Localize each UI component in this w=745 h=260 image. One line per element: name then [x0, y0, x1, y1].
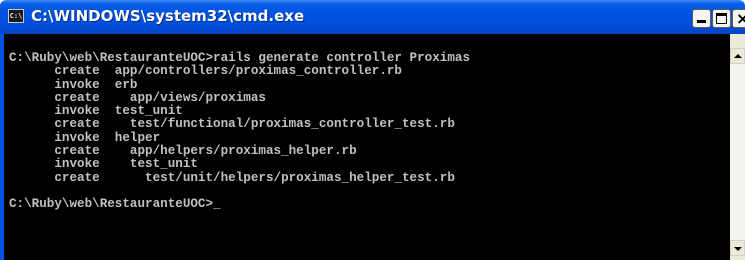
console-line: invoke helper	[9, 130, 161, 145]
console-text: C:\Ruby\web\RestauranteUOC>rails generat…	[9, 51, 471, 212]
maximize-button[interactable]	[712, 9, 731, 28]
cmd-window: C:\ C:\WINDOWS\system32\cmd.exe × C:\Rub…	[0, 0, 745, 260]
close-icon: ×	[736, 9, 745, 28]
vertical-scrollbar[interactable]	[730, 34, 745, 260]
console-line: create test/functional/proximas_controll…	[9, 117, 455, 132]
minimize-button[interactable]	[692, 9, 711, 28]
console-line: create test/unit/helpers/proximas_helper…	[9, 170, 455, 185]
console-line: create app/views/proximas	[9, 90, 266, 105]
title-bar[interactable]: C:\ C:\WINDOWS\system32\cmd.exe ×	[0, 0, 745, 34]
close-button[interactable]: ×	[732, 9, 745, 28]
scroll-track[interactable]	[730, 64, 745, 240]
scroll-up-button[interactable]	[730, 48, 745, 64]
console-line: C:\Ruby\web\RestauranteUOC>rails generat…	[9, 51, 471, 65]
console-line: create app/controllers/proximas_controll…	[9, 64, 402, 79]
console-line: invoke test_unit	[9, 157, 198, 172]
console-output-area[interactable]: C:\Ruby\web\RestauranteUOC>rails generat…	[4, 34, 730, 260]
window-title: C:\WINDOWS\system32\cmd.exe	[31, 7, 305, 25]
console-line: create app/helpers/proximas_helper.rb	[9, 144, 357, 159]
console-app-icon[interactable]: C:\	[8, 9, 24, 23]
maximize-icon	[716, 13, 727, 24]
minimize-icon	[697, 20, 706, 23]
console-line: invoke erb	[9, 77, 138, 92]
console-prompt-line: C:\Ruby\web\RestauranteUOC>	[9, 197, 214, 212]
text-cursor: _	[213, 197, 221, 212]
arrow-down-icon	[734, 247, 742, 251]
scroll-down-button[interactable]	[730, 240, 745, 256]
console-line: invoke test_unit	[9, 104, 183, 119]
arrow-up-icon	[734, 54, 742, 58]
